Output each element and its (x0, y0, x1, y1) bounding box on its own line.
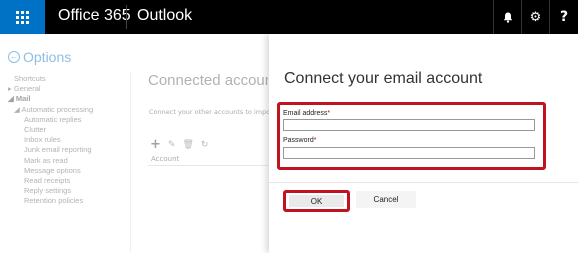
nav-item[interactable]: Message options (0, 166, 127, 176)
connected-accounts-title: Connected accounts (148, 72, 268, 89)
nav-item[interactable]: ◢ Automatic processing (0, 105, 127, 115)
help-icon: ? (559, 9, 569, 25)
password-field[interactable] (283, 147, 535, 159)
nav-item[interactable]: ◢ Mail (0, 94, 127, 104)
bell-icon (503, 12, 512, 23)
connected-accounts-description: Connect your other accounts to import (149, 108, 269, 116)
office365-brand[interactable]: Office 365 (58, 7, 131, 25)
edit-icon[interactable]: ✎ (168, 140, 176, 150)
top-bar: Office 365 Outlook ⚙ ? (0, 0, 578, 34)
email-field[interactable] (283, 119, 535, 131)
ok-highlight-box: OK (283, 190, 350, 212)
brand-divider (126, 5, 127, 29)
add-icon[interactable]: + (150, 137, 161, 152)
ok-button[interactable]: OK (289, 195, 344, 207)
nav-item[interactable]: Junk email reporting (0, 145, 127, 155)
dialog-title: Connect your email account (284, 70, 483, 87)
nav-item[interactable]: Shortcuts (0, 74, 127, 84)
nav-item[interactable]: Automatic replies (0, 115, 127, 125)
app-launcher-icon (16, 10, 29, 24)
options-back-link[interactable]: ← Options (8, 49, 71, 65)
dialog-divider (269, 182, 578, 183)
refresh-icon[interactable]: ↻ (201, 140, 209, 150)
email-label: Email address* (283, 110, 331, 117)
settings-button[interactable]: ⚙ (521, 0, 549, 34)
nav-item[interactable]: Mark as read (0, 156, 127, 166)
back-arrow-icon: ← (8, 51, 20, 63)
app-launcher-button[interactable] (0, 0, 45, 34)
delete-icon[interactable]: 🗑 (182, 140, 193, 150)
options-title: Options (23, 49, 72, 65)
nav-item[interactable]: Reply settings (0, 186, 127, 196)
password-label: Password* (283, 137, 317, 144)
nav-item[interactable]: Read receipts (0, 176, 127, 186)
gear-icon: ⚙ (529, 9, 542, 25)
app-name[interactable]: Outlook (137, 7, 192, 25)
accounts-toolbar: + ✎ 🗑 ↻ (150, 137, 208, 152)
help-button[interactable]: ? (549, 0, 578, 34)
nav-item[interactable]: Retention policies (0, 196, 127, 206)
notifications-button[interactable] (493, 0, 521, 34)
nav-item[interactable]: ▸ General (0, 84, 127, 94)
nav-divider (130, 72, 131, 252)
cancel-button[interactable]: Cancel (356, 191, 416, 208)
header-divider (148, 165, 268, 166)
options-nav: Shortcuts ▸ General ◢ Mail ◢ Automatic proc… (0, 74, 127, 206)
nav-item[interactable]: Clutter (0, 125, 127, 135)
nav-item[interactable]: Inbox rules (0, 135, 127, 145)
connect-email-dialog: Connect your email account Email address… (269, 34, 578, 253)
account-column-header: Account (151, 155, 180, 163)
